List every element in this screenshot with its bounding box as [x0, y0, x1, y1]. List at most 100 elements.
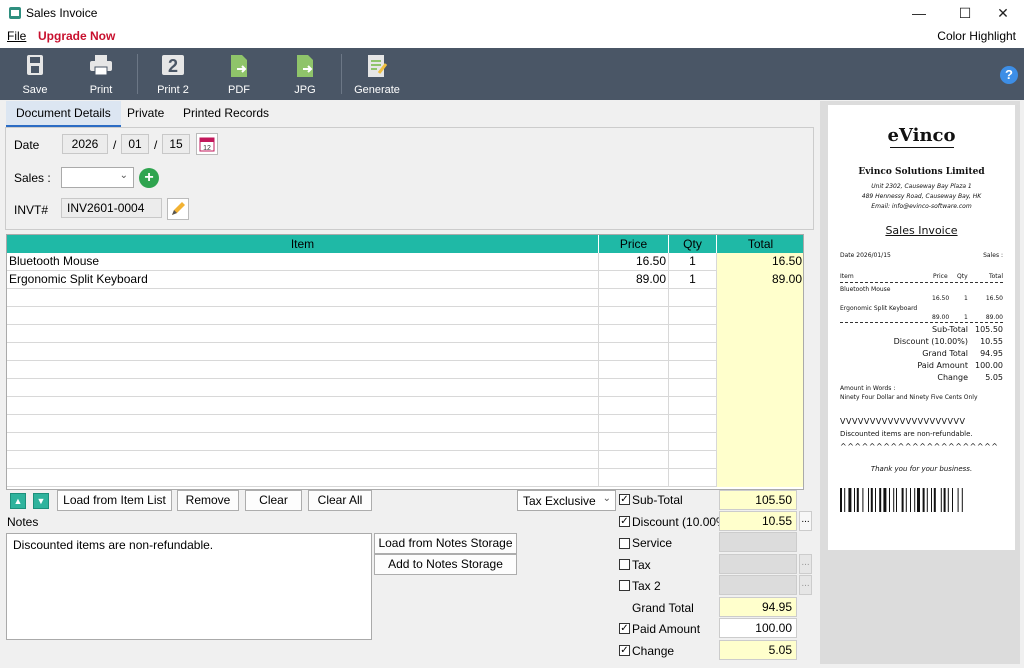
- subtotal-checkbox[interactable]: ✓: [619, 494, 630, 505]
- cell-total[interactable]: [717, 343, 803, 361]
- print2-button[interactable]: 2 Print 2: [143, 50, 203, 98]
- jpg-button[interactable]: JPG: [275, 50, 335, 98]
- cell-item[interactable]: [7, 397, 599, 415]
- cell-item[interactable]: Ergonomic Split Keyboard: [7, 271, 599, 289]
- tax-options-button[interactable]: ...: [799, 554, 812, 574]
- cell-item[interactable]: [7, 343, 599, 361]
- table-row[interactable]: [7, 469, 803, 487]
- cell-qty[interactable]: [669, 415, 717, 433]
- cell-total[interactable]: 89.00: [717, 271, 803, 289]
- cell-qty[interactable]: [669, 289, 717, 307]
- cell-total[interactable]: [717, 361, 803, 379]
- discount-checkbox[interactable]: ✓: [619, 516, 630, 527]
- cell-price[interactable]: [599, 397, 669, 415]
- cell-price[interactable]: [599, 433, 669, 451]
- cell-total[interactable]: [717, 325, 803, 343]
- tax-checkbox[interactable]: [619, 559, 630, 570]
- cell-total[interactable]: 16.50: [717, 253, 803, 271]
- help-icon[interactable]: ?: [1000, 66, 1018, 84]
- add-to-notes-storage-button[interactable]: Add to Notes Storage: [374, 554, 517, 575]
- color-highlight-menu[interactable]: Color Highlight: [937, 29, 1016, 43]
- cell-price[interactable]: [599, 415, 669, 433]
- col-header-price[interactable]: Price: [599, 235, 669, 253]
- table-row[interactable]: [7, 397, 803, 415]
- tax-mode-dropdown[interactable]: Tax Exclusive ⌄: [517, 490, 616, 511]
- cell-qty[interactable]: [669, 433, 717, 451]
- close-button[interactable]: ✕: [980, 0, 1024, 26]
- edit-invt-button[interactable]: [167, 198, 189, 220]
- cell-qty[interactable]: [669, 307, 717, 325]
- date-month-field[interactable]: 01: [121, 134, 149, 154]
- print-button[interactable]: Print: [71, 50, 131, 98]
- minimize-button[interactable]: —: [896, 0, 942, 26]
- cell-item[interactable]: [7, 451, 599, 469]
- load-from-item-list-button[interactable]: Load from Item List: [57, 490, 172, 511]
- cell-total[interactable]: [717, 433, 803, 451]
- col-header-qty[interactable]: Qty: [669, 235, 717, 253]
- cell-item[interactable]: [7, 469, 599, 487]
- table-row[interactable]: [7, 415, 803, 433]
- tab-private[interactable]: Private: [117, 101, 174, 127]
- cell-price[interactable]: [599, 361, 669, 379]
- cell-qty[interactable]: [669, 361, 717, 379]
- add-sales-button[interactable]: +: [139, 168, 159, 188]
- cell-item[interactable]: [7, 433, 599, 451]
- cell-total[interactable]: [717, 415, 803, 433]
- date-year-field[interactable]: 2026: [62, 134, 108, 154]
- cell-item[interactable]: Bluetooth Mouse: [7, 253, 599, 271]
- table-row[interactable]: [7, 343, 803, 361]
- cell-item[interactable]: [7, 361, 599, 379]
- table-row[interactable]: [7, 451, 803, 469]
- discount-options-button[interactable]: ...: [799, 511, 812, 531]
- cell-total[interactable]: [717, 397, 803, 415]
- paid-amount-field[interactable]: 100.00: [719, 618, 797, 638]
- move-up-button[interactable]: ▲: [10, 493, 26, 509]
- table-row[interactable]: Bluetooth Mouse 16.50 1 16.50: [7, 253, 803, 271]
- menu-file[interactable]: File: [7, 29, 26, 43]
- cell-total[interactable]: [717, 289, 803, 307]
- cell-total[interactable]: [717, 451, 803, 469]
- cell-qty[interactable]: [669, 397, 717, 415]
- cell-qty[interactable]: [669, 343, 717, 361]
- tab-printed-records[interactable]: Printed Records: [173, 101, 279, 127]
- table-row[interactable]: [7, 433, 803, 451]
- tab-document-details[interactable]: Document Details: [6, 101, 121, 127]
- cell-item[interactable]: [7, 289, 599, 307]
- table-row[interactable]: [7, 361, 803, 379]
- generate-button[interactable]: Generate: [347, 50, 407, 98]
- table-row[interactable]: [7, 289, 803, 307]
- cell-total[interactable]: [717, 469, 803, 487]
- col-header-total[interactable]: Total: [717, 235, 803, 253]
- cell-qty[interactable]: 1: [669, 271, 717, 289]
- cell-qty[interactable]: 1: [669, 253, 717, 271]
- pdf-button[interactable]: PDF: [209, 50, 269, 98]
- cell-price[interactable]: [599, 451, 669, 469]
- receipt-preview[interactable]: eVinco Evinco Solutions Limited Unit 230…: [828, 105, 1015, 550]
- table-row[interactable]: [7, 379, 803, 397]
- cell-item[interactable]: [7, 415, 599, 433]
- sales-dropdown[interactable]: ⌄: [61, 167, 134, 188]
- cell-total[interactable]: [717, 379, 803, 397]
- cell-price[interactable]: [599, 379, 669, 397]
- calendar-button[interactable]: 12: [196, 133, 218, 155]
- cell-qty[interactable]: [669, 379, 717, 397]
- cell-price[interactable]: [599, 325, 669, 343]
- service-checkbox[interactable]: [619, 538, 630, 549]
- cell-qty[interactable]: [669, 451, 717, 469]
- table-row[interactable]: [7, 307, 803, 325]
- save-button[interactable]: Save: [5, 50, 65, 98]
- paid-amount-checkbox[interactable]: ✓: [619, 623, 630, 634]
- col-header-item[interactable]: Item: [7, 235, 599, 253]
- cell-item[interactable]: [7, 379, 599, 397]
- cell-price[interactable]: [599, 343, 669, 361]
- tax2-options-button[interactable]: ...: [799, 575, 812, 595]
- table-row[interactable]: [7, 325, 803, 343]
- cell-price[interactable]: 16.50: [599, 253, 669, 271]
- menu-upgrade-now[interactable]: Upgrade Now: [38, 29, 115, 43]
- clear-all-button[interactable]: Clear All: [308, 490, 372, 511]
- remove-button[interactable]: Remove: [177, 490, 239, 511]
- load-from-notes-storage-button[interactable]: Load from Notes Storage: [374, 533, 517, 554]
- cell-price[interactable]: [599, 469, 669, 487]
- cell-total[interactable]: [717, 307, 803, 325]
- cell-item[interactable]: [7, 325, 599, 343]
